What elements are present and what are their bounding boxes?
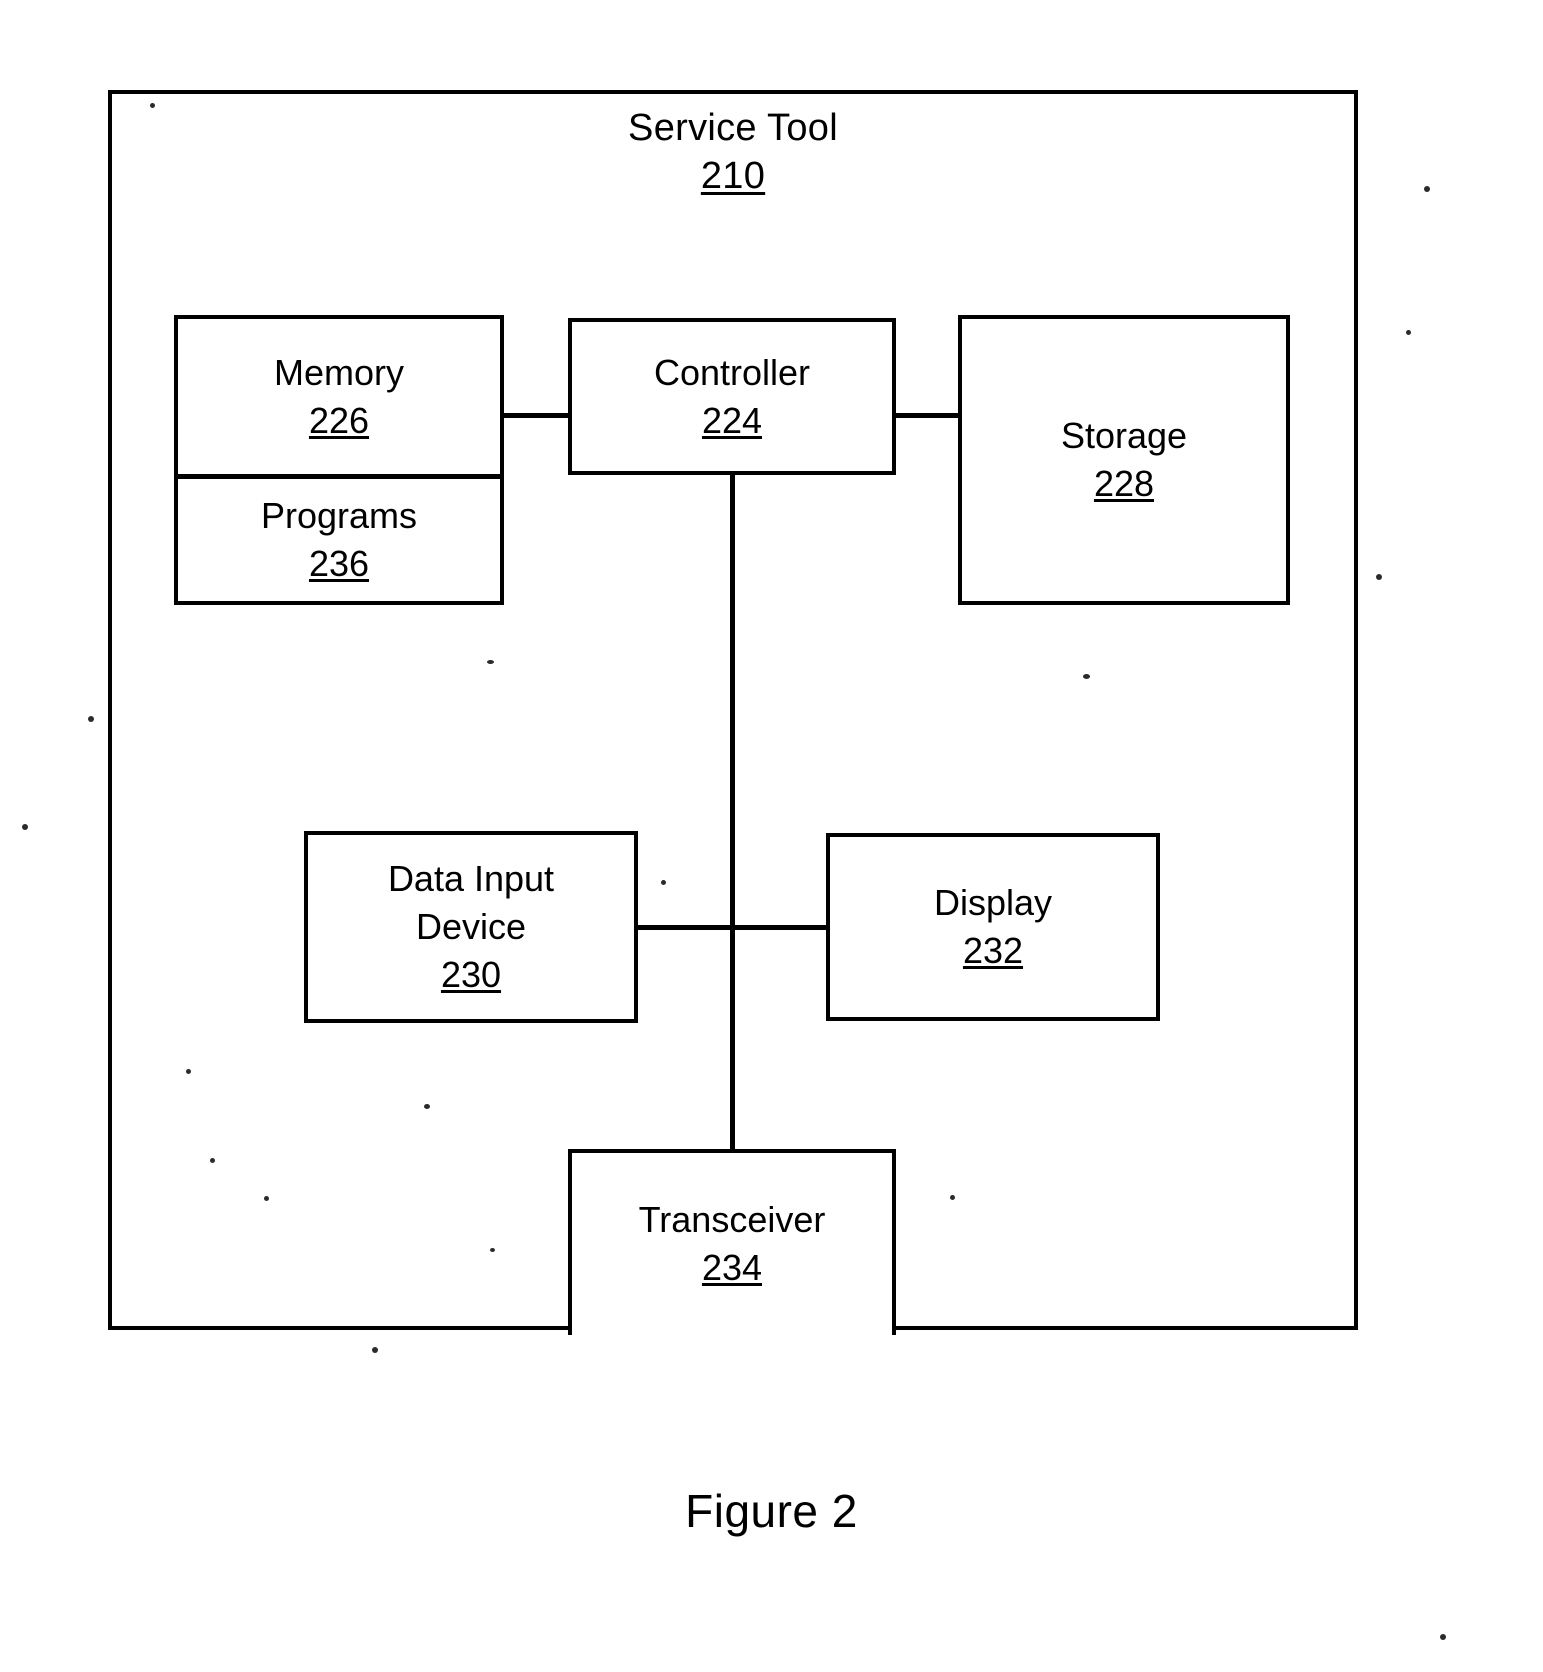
block-memory-reference-numeral: 226 — [308, 399, 370, 441]
block-data-input-device[interactable]: Data Input Device 230 — [304, 831, 638, 1023]
scan-speckle — [1406, 330, 1411, 335]
block-programs-reference-numeral: 236 — [308, 543, 370, 584]
block-transceiver-reference-numeral: 234 — [701, 1247, 763, 1288]
connector-bus-display — [732, 925, 828, 930]
block-display-label: Display — [933, 882, 1053, 923]
block-data-input-device-reference-numeral: 230 — [440, 954, 502, 995]
connector-controller-storage — [894, 413, 960, 418]
block-programs[interactable]: Programs 236 — [174, 475, 504, 605]
scan-speckle — [22, 824, 28, 830]
scan-speckle — [1424, 186, 1430, 192]
block-controller[interactable]: Controller 224 — [568, 318, 896, 475]
scan-speckle — [1376, 574, 1382, 580]
scan-speckle — [88, 716, 94, 722]
figure-caption: Figure 2 — [685, 1485, 858, 1537]
block-memory[interactable]: Memory 226 — [174, 315, 504, 478]
block-programs-label: Programs — [260, 495, 418, 536]
figure-canvas: Service Tool 210 Memory 226 Programs 236… — [0, 0, 1543, 1672]
connector-datainput-bus — [636, 925, 732, 930]
block-storage-label: Storage — [1060, 415, 1188, 456]
service-tool-reference-numeral: 210 — [700, 155, 766, 197]
block-data-input-device-label: Data Input Device — [387, 858, 555, 947]
scan-speckle — [1440, 1634, 1446, 1640]
block-transceiver-label: Transceiver — [638, 1199, 826, 1240]
block-display[interactable]: Display 232 — [826, 833, 1160, 1021]
block-controller-reference-numeral: 224 — [701, 399, 763, 441]
scan-speckle — [372, 1347, 378, 1353]
connector-memory-controller — [503, 413, 570, 418]
block-transceiver[interactable]: Transceiver 234 — [568, 1149, 896, 1335]
service-tool-title: Service Tool 210 — [108, 104, 1358, 200]
block-storage-reference-numeral: 228 — [1093, 463, 1155, 504]
block-controller-label: Controller — [653, 351, 811, 393]
block-display-reference-numeral: 232 — [962, 930, 1024, 971]
block-storage[interactable]: Storage 228 — [958, 315, 1290, 605]
block-memory-label: Memory — [273, 351, 404, 393]
connector-controller-transceiver — [730, 473, 735, 1151]
service-tool-title-label: Service Tool — [628, 107, 838, 149]
